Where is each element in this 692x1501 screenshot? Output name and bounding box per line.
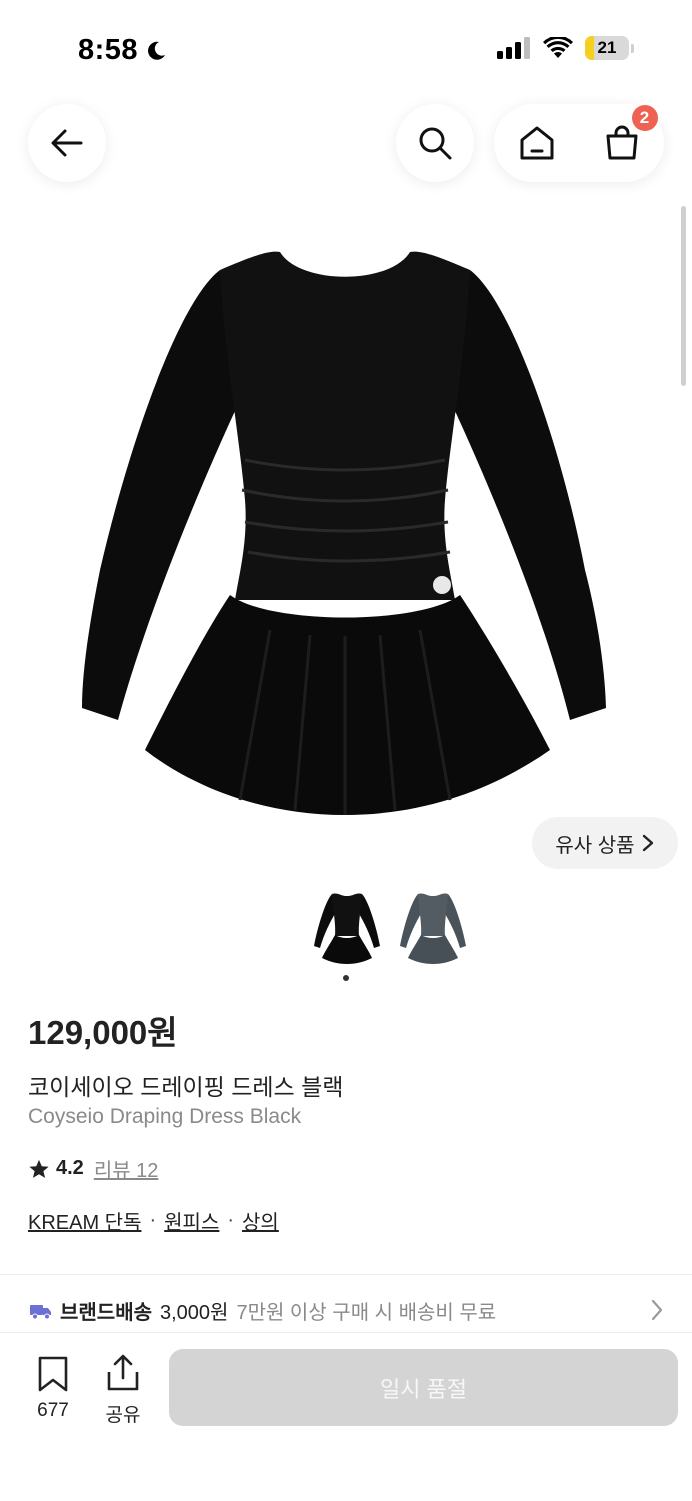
status-icons: 21 [497, 36, 634, 60]
tag-top[interactable]: 상의 [242, 1206, 279, 1235]
product-image[interactable] [70, 240, 620, 825]
share-button[interactable]: 공유 [98, 1354, 148, 1427]
chevron-right-icon [642, 834, 653, 852]
bookmark-icon [38, 1356, 68, 1392]
scrollbar[interactable] [681, 206, 686, 386]
carousel-indicator [343, 975, 349, 981]
wifi-icon [543, 37, 573, 58]
share-icon [107, 1354, 139, 1391]
tag-kream-exclusive[interactable]: KREAM 단독 [28, 1206, 141, 1235]
product-price: 129,000원 [28, 1014, 178, 1051]
status-time-text: 8:58 [78, 34, 139, 66]
back-button[interactable] [28, 104, 106, 182]
battery-icon: 21 [585, 36, 629, 60]
cart-count-badge: 2 [631, 105, 658, 131]
battery-nub [631, 43, 634, 53]
battery-fill [585, 36, 595, 60]
bookmark-count: 677 [37, 1400, 69, 1421]
rating-score: 4.2 [56, 1157, 84, 1179]
cellular-signal-icon [497, 37, 530, 59]
soldout-button[interactable]: 일시 품절 [169, 1349, 678, 1426]
section-divider [0, 1274, 692, 1275]
delivery-truck-icon [30, 1304, 51, 1319]
delivery-fee: 3,000원 [160, 1302, 229, 1324]
tag-separator: · [227, 1209, 235, 1231]
home-icon [520, 126, 553, 160]
battery-level: 21 [597, 38, 617, 57]
delivery-note: 7만원 이상 구매 시 배송비 무료 [236, 1302, 497, 1324]
search-button[interactable] [396, 104, 474, 182]
tag-list: KREAM 단독 · 원피스 · 상의 [28, 1206, 279, 1235]
star-icon [29, 1159, 49, 1178]
tag-separator: · [149, 1209, 157, 1231]
share-label: 공유 [105, 1405, 141, 1426]
review-link[interactable]: 리뷰 12 [94, 1154, 159, 1183]
bookmark-button[interactable]: 677 [28, 1356, 78, 1422]
tag-dress[interactable]: 원피스 [164, 1206, 219, 1235]
search-icon [419, 127, 452, 160]
thumbnail-gray[interactable] [398, 890, 468, 966]
delivery-label: 브랜드배송 [60, 1302, 152, 1324]
shopping-bag-icon [606, 125, 637, 160]
logo-patch [433, 576, 451, 594]
status-time: 8:58 [78, 34, 168, 67]
delivery-row[interactable]: 브랜드배송 3,000원 7만원 이상 구매 시 배송비 무료 [30, 1296, 496, 1325]
rating-row: 4.2 리뷰 12 [28, 1154, 158, 1183]
similar-products-label: 유사 상품 [555, 834, 635, 857]
product-name-ko: 코이세이오 드레이핑 드레스 블랙 [28, 1074, 344, 1100]
home-cart-group: 2 [494, 104, 664, 182]
thumbnail-black[interactable] [312, 890, 382, 966]
arrow-left-icon [51, 129, 83, 157]
cart-button[interactable]: 2 [592, 105, 658, 173]
chevron-right-icon[interactable] [650, 1298, 664, 1322]
moon-icon [148, 41, 166, 60]
similar-products-button[interactable]: 유사 상품 [532, 817, 678, 869]
product-name-en: Coyseio Draping Dress Black [28, 1105, 302, 1128]
home-button[interactable] [507, 113, 567, 173]
